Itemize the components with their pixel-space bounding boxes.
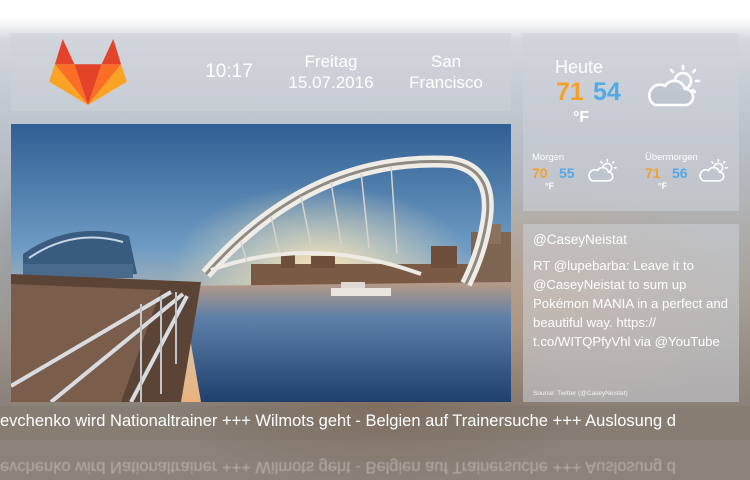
tweet-text: RT @lupebarba: Leave it to @CaseyNeistat… xyxy=(533,258,728,349)
weather-day-after-high: 71 xyxy=(645,165,661,181)
city-line-2: Francisco xyxy=(409,73,483,92)
news-ticker-reflection: evchenko wird Nationaltrainer +++ Wilmot… xyxy=(0,446,750,480)
tweet-panel: @CaseyNeistat RT @lupebarba: Leave it to… xyxy=(523,224,739,402)
partly-cloudy-icon xyxy=(648,64,701,107)
date-display: Freitag 15.07.2016 xyxy=(281,51,381,93)
weather-day-after-low: 56 xyxy=(672,165,688,181)
weather-today-unit: °F xyxy=(573,109,590,126)
news-ticker-text: evchenko wird Nationaltrainer +++ Wilmot… xyxy=(0,412,676,430)
weather-today-label: Heute xyxy=(555,57,604,77)
weather-tomorrow-unit: °F xyxy=(545,181,555,191)
weather-today-high: 71 xyxy=(556,78,584,106)
weather-tomorrow-label: Morgen xyxy=(532,152,565,163)
city-line-1: San xyxy=(430,52,462,71)
partly-cloudy-icon xyxy=(588,158,617,182)
weekday-label: Freitag xyxy=(304,52,358,71)
bridge-photo xyxy=(11,124,511,402)
gitlab-fox-logo-icon xyxy=(49,38,127,106)
news-ticker-reflection-text: evchenko wird Nationaltrainer +++ Wilmot… xyxy=(0,458,676,476)
weather-panel: Heute 71 54 °F Morgen 70 55 °F Übermorge… xyxy=(523,33,739,211)
weather-tomorrow-low: 55 xyxy=(559,165,575,181)
weather-day-after-unit: °F xyxy=(658,181,668,191)
clock-time: 10:17 xyxy=(205,61,253,82)
tweet-source: Source: Twitter (@CaseyNeistat) xyxy=(533,390,628,397)
weather-today-low: 54 xyxy=(593,78,621,106)
partly-cloudy-icon xyxy=(699,158,728,182)
weather-tomorrow-high: 70 xyxy=(532,165,548,181)
tweet-handle: @CaseyNeistat xyxy=(533,232,627,247)
header-panel: 10:17 Freitag 15.07.2016 San Francisco xyxy=(11,33,511,111)
date-label: 15.07.2016 xyxy=(288,73,374,92)
news-ticker: evchenko wird Nationaltrainer +++ Wilmot… xyxy=(0,406,750,440)
city-display: San Francisco xyxy=(403,51,489,93)
weather-day-after-label: Übermorgen xyxy=(645,152,698,163)
